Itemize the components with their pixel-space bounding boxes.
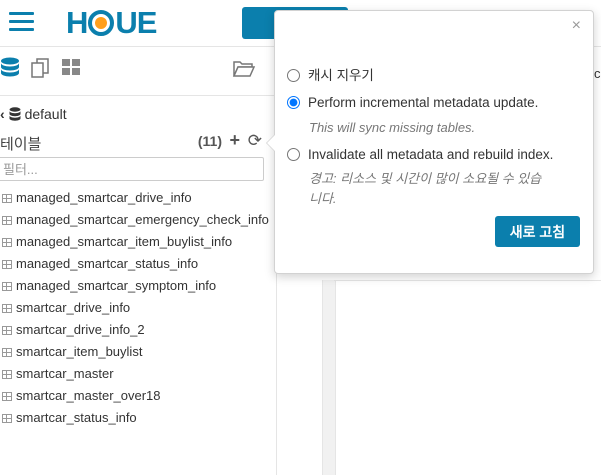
database-icon — [9, 106, 21, 122]
hamburger-icon[interactable] — [9, 12, 34, 32]
table-icon — [2, 194, 12, 203]
invalidate-warning-line1: 경고: 리소스 및 시간이 많이 소요될 수 있습 — [309, 171, 542, 186]
assist-icon-row — [0, 57, 276, 85]
hue-logo[interactable]: H UE — [66, 5, 157, 41]
table-name: smartcar_drive_info_2 — [16, 322, 145, 337]
table-item[interactable]: smartcar_item_buylist — [0, 341, 269, 363]
incremental-hint: This will sync missing tables. — [309, 120, 476, 135]
divider — [334, 280, 601, 281]
table-item[interactable]: smartcar_drive_info — [0, 297, 269, 319]
table-icon — [2, 260, 12, 269]
resize-handle[interactable] — [322, 280, 336, 475]
database-name: default — [24, 106, 67, 122]
plus-icon[interactable]: + — [229, 130, 240, 151]
incremental-update-radio[interactable] — [287, 96, 300, 109]
table-item[interactable]: smartcar_status_info — [0, 407, 269, 429]
table-icon — [2, 282, 12, 291]
table-count: (11) — [197, 133, 222, 149]
table-icon — [2, 304, 12, 313]
option-label: 캐시 지우기 — [308, 68, 374, 83]
table-filter-input[interactable] — [0, 157, 264, 181]
option-label: Invalidate all metadata and rebuild inde… — [308, 147, 554, 162]
table-name: smartcar_master — [16, 366, 114, 381]
table-icon — [2, 238, 12, 247]
clear-cache-radio[interactable] — [287, 69, 300, 82]
table-item[interactable]: managed_smartcar_emergency_check_info — [0, 209, 269, 231]
left-assist-panel: ‹ default 테이블 (11) + ⟳ managed_smartcar_… — [0, 47, 277, 475]
refresh-icon[interactable]: ⟳ — [248, 131, 262, 151]
table-name: managed_smartcar_symptom_info — [16, 278, 217, 293]
option-invalidate-all[interactable]: Invalidate all metadata and rebuild inde… — [287, 147, 553, 162]
table-name: smartcar_drive_info — [16, 300, 131, 315]
invalidate-all-radio[interactable] — [287, 148, 300, 161]
option-label: Perform incremental metadata update. — [308, 95, 539, 110]
partially-hidden-text: c — [594, 66, 601, 81]
table-item[interactable]: smartcar_master_over18 — [0, 385, 269, 407]
table-item[interactable]: smartcar_drive_info_2 — [0, 319, 269, 341]
table-name: managed_smartcar_emergency_check_info — [16, 212, 269, 227]
table-icon — [2, 370, 12, 379]
folder-open-icon[interactable] — [232, 57, 256, 87]
table-item[interactable]: managed_smartcar_status_info — [0, 253, 269, 275]
table-name: smartcar_status_info — [16, 410, 137, 425]
refresh-metadata-popover: × 캐시 지우기 Perform incremental metadata up… — [266, 10, 594, 274]
grid-icon[interactable] — [61, 57, 81, 85]
refresh-button[interactable]: 새로 고침 — [495, 216, 580, 247]
popover-arrow — [266, 134, 275, 152]
database-breadcrumb[interactable]: ‹ default — [0, 106, 67, 122]
chevron-left-icon[interactable]: ‹ — [0, 106, 5, 122]
database-icon[interactable] — [0, 57, 20, 87]
table-icon — [2, 414, 12, 423]
close-icon[interactable]: × — [572, 17, 581, 35]
table-item[interactable]: managed_smartcar_item_buylist_info — [0, 231, 269, 253]
table-icon — [2, 216, 12, 225]
tables-header: 테이블 (11) + ⟳ — [0, 130, 268, 153]
table-item[interactable]: smartcar_master — [0, 363, 269, 385]
table-name: smartcar_master_over18 — [16, 388, 161, 403]
table-item[interactable]: managed_smartcar_drive_info — [0, 187, 269, 209]
table-name: managed_smartcar_item_buylist_info — [16, 234, 233, 249]
table-name: managed_smartcar_status_info — [16, 256, 199, 271]
documents-icon[interactable] — [30, 57, 52, 87]
table-icon — [2, 326, 12, 335]
invalidate-warning-line2: 니다. — [309, 191, 337, 206]
table-icon — [2, 392, 12, 401]
option-clear-cache[interactable]: 캐시 지우기 — [287, 64, 374, 84]
option-incremental-update[interactable]: Perform incremental metadata update. — [287, 95, 538, 110]
divider — [0, 95, 276, 96]
table-list: managed_smartcar_drive_info managed_smar… — [0, 187, 269, 429]
table-item[interactable]: managed_smartcar_symptom_info — [0, 275, 269, 297]
table-icon — [2, 348, 12, 357]
tables-label: 테이블 — [0, 136, 42, 153]
table-name: smartcar_item_buylist — [16, 344, 143, 359]
table-name: managed_smartcar_drive_info — [16, 190, 192, 205]
